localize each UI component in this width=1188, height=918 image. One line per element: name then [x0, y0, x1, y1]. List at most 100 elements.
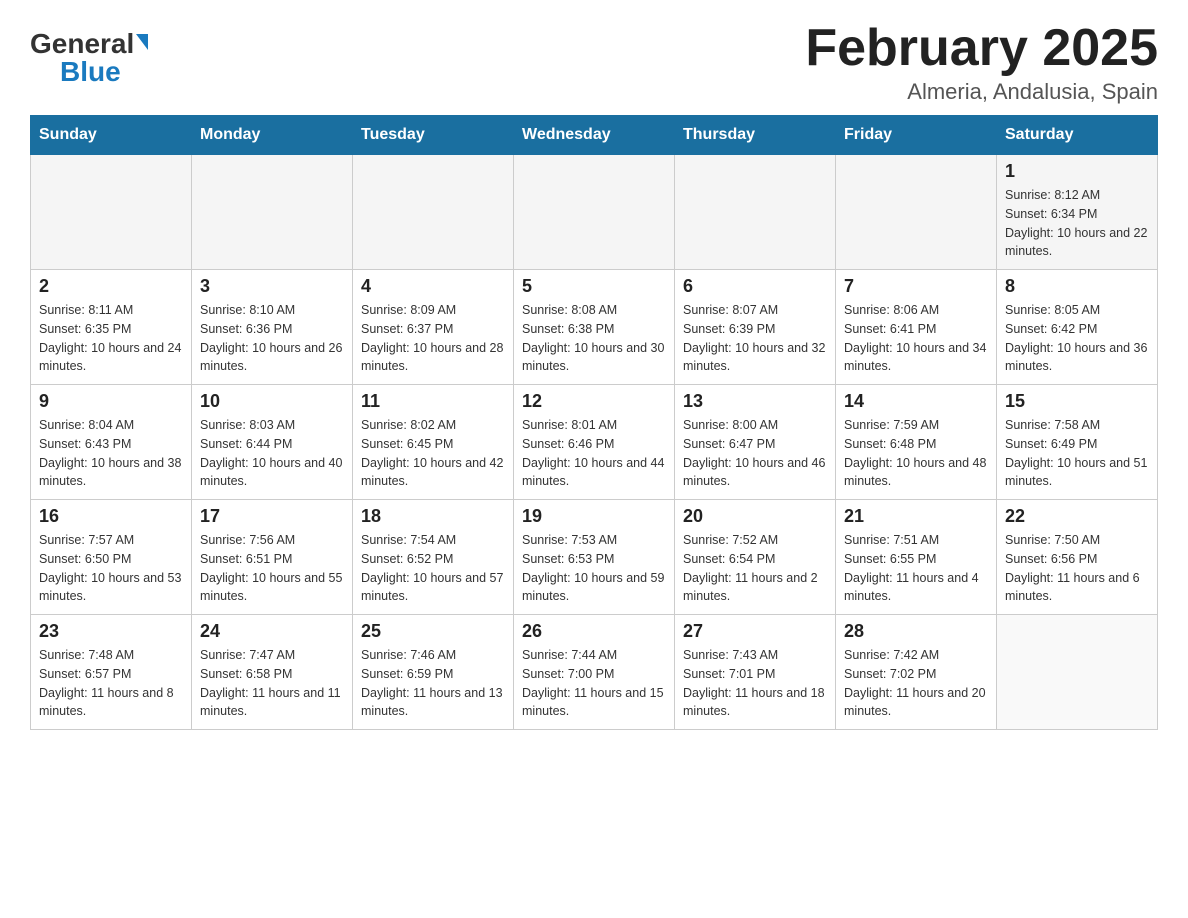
day-number: 18 — [361, 506, 505, 527]
weekday-header-sunday: Sunday — [31, 116, 192, 155]
weekday-header-tuesday: Tuesday — [353, 116, 514, 155]
calendar-cell: 5 Sunrise: 8:08 AMSunset: 6:38 PMDaylight… — [514, 270, 675, 385]
weekday-header-wednesday: Wednesday — [514, 116, 675, 155]
day-info: Sunrise: 7:58 AMSunset: 6:49 PMDaylight:… — [1005, 416, 1149, 491]
calendar-week-row: 9Sunrise: 8:04 AMSunset: 6:43 PMDaylight… — [31, 385, 1158, 500]
calendar-cell — [31, 155, 192, 270]
calendar-cell: 14 Sunrise: 7:59 AMSunset: 6:48 PMDayligh… — [836, 385, 997, 500]
day-number: 11 — [361, 391, 505, 412]
calendar-cell: 22 Sunrise: 7:50 AMSunset: 6:56 PMDayligh… — [997, 500, 1158, 615]
calendar-week-row: 16 Sunrise: 7:57 AMSunset: 6:50 PMDayligh… — [31, 500, 1158, 615]
day-info: Sunrise: 7:51 AMSunset: 6:55 PMDaylight:… — [844, 531, 988, 606]
day-number: 14 — [844, 391, 988, 412]
day-info: Sunrise: 7:43 AMSunset: 7:01 PMDaylight:… — [683, 646, 827, 721]
calendar-cell: 19Sunrise: 7:53 AMSunset: 6:53 PMDayligh… — [514, 500, 675, 615]
calendar-cell: 25 Sunrise: 7:46 AMSunset: 6:59 PMDayligh… — [353, 615, 514, 730]
day-info: Sunrise: 8:04 AMSunset: 6:43 PMDaylight:… — [39, 416, 183, 491]
day-info: Sunrise: 8:08 AMSunset: 6:38 PMDaylight:… — [522, 301, 666, 376]
day-number: 7 — [844, 276, 988, 297]
calendar-cell: 9Sunrise: 8:04 AMSunset: 6:43 PMDaylight… — [31, 385, 192, 500]
day-number: 22 — [1005, 506, 1149, 527]
calendar-cell: 10 Sunrise: 8:03 AMSunset: 6:44 PMDayligh… — [192, 385, 353, 500]
day-number: 1 — [1005, 161, 1149, 182]
day-number: 10 — [200, 391, 344, 412]
day-number: 16 — [39, 506, 183, 527]
calendar-cell: 13 Sunrise: 8:00 AMSunset: 6:47 PMDayligh… — [675, 385, 836, 500]
calendar-cell — [514, 155, 675, 270]
weekday-header-row: SundayMondayTuesdayWednesdayThursdayFrid… — [31, 116, 1158, 155]
day-info: Sunrise: 7:44 AMSunset: 7:00 PMDaylight:… — [522, 646, 666, 721]
day-info: Sunrise: 7:50 AMSunset: 6:56 PMDaylight:… — [1005, 531, 1149, 606]
calendar-cell — [997, 615, 1158, 730]
calendar-cell: 11 Sunrise: 8:02 AMSunset: 6:45 PMDayligh… — [353, 385, 514, 500]
day-number: 8 — [1005, 276, 1149, 297]
day-info: Sunrise: 7:57 AMSunset: 6:50 PMDaylight:… — [39, 531, 183, 606]
day-info: Sunrise: 7:52 AMSunset: 6:54 PMDaylight:… — [683, 531, 827, 606]
day-number: 5 — [522, 276, 666, 297]
day-info: Sunrise: 8:10 AMSunset: 6:36 PMDaylight:… — [200, 301, 344, 376]
logo: General Blue — [30, 30, 148, 86]
calendar-table: SundayMondayTuesdayWednesdayThursdayFrid… — [30, 115, 1158, 730]
day-info: Sunrise: 8:03 AMSunset: 6:44 PMDaylight:… — [200, 416, 344, 491]
calendar-cell: 12 Sunrise: 8:01 AMSunset: 6:46 PMDayligh… — [514, 385, 675, 500]
day-info: Sunrise: 8:02 AMSunset: 6:45 PMDaylight:… — [361, 416, 505, 491]
day-number: 3 — [200, 276, 344, 297]
day-info: Sunrise: 7:47 AMSunset: 6:58 PMDaylight:… — [200, 646, 344, 721]
calendar-cell: 4 Sunrise: 8:09 AMSunset: 6:37 PMDaylight… — [353, 270, 514, 385]
day-info: Sunrise: 8:01 AMSunset: 6:46 PMDaylight:… — [522, 416, 666, 491]
day-info: Sunrise: 7:56 AMSunset: 6:51 PMDaylight:… — [200, 531, 344, 606]
calendar-week-row: 23 Sunrise: 7:48 AMSunset: 6:57 PMDayligh… — [31, 615, 1158, 730]
day-info: Sunrise: 7:59 AMSunset: 6:48 PMDaylight:… — [844, 416, 988, 491]
calendar-cell: 17 Sunrise: 7:56 AMSunset: 6:51 PMDayligh… — [192, 500, 353, 615]
calendar-cell: 26Sunrise: 7:44 AMSunset: 7:00 PMDayligh… — [514, 615, 675, 730]
day-number: 24 — [200, 621, 344, 642]
weekday-header-monday: Monday — [192, 116, 353, 155]
calendar-cell: 16 Sunrise: 7:57 AMSunset: 6:50 PMDayligh… — [31, 500, 192, 615]
day-number: 6 — [683, 276, 827, 297]
day-number: 28 — [844, 621, 988, 642]
day-info: Sunrise: 7:53 AMSunset: 6:53 PMDaylight:… — [522, 531, 666, 606]
calendar-cell: 24 Sunrise: 7:47 AMSunset: 6:58 PMDayligh… — [192, 615, 353, 730]
weekday-header-saturday: Saturday — [997, 116, 1158, 155]
day-number: 25 — [361, 621, 505, 642]
calendar-cell: 8Sunrise: 8:05 AMSunset: 6:42 PMDaylight… — [997, 270, 1158, 385]
calendar-cell: 27Sunrise: 7:43 AMSunset: 7:01 PMDayligh… — [675, 615, 836, 730]
calendar-cell: 15Sunrise: 7:58 AMSunset: 6:49 PMDayligh… — [997, 385, 1158, 500]
day-number: 17 — [200, 506, 344, 527]
day-info: Sunrise: 8:00 AMSunset: 6:47 PMDaylight:… — [683, 416, 827, 491]
day-info: Sunrise: 8:09 AMSunset: 6:37 PMDaylight:… — [361, 301, 505, 376]
calendar-cell — [675, 155, 836, 270]
day-info: Sunrise: 8:06 AMSunset: 6:41 PMDaylight:… — [844, 301, 988, 376]
calendar-week-row: 2Sunrise: 8:11 AMSunset: 6:35 PMDaylight… — [31, 270, 1158, 385]
weekday-header-thursday: Thursday — [675, 116, 836, 155]
calendar-cell — [836, 155, 997, 270]
weekday-header-friday: Friday — [836, 116, 997, 155]
day-info: Sunrise: 7:46 AMSunset: 6:59 PMDaylight:… — [361, 646, 505, 721]
day-info: Sunrise: 7:48 AMSunset: 6:57 PMDaylight:… — [39, 646, 183, 721]
calendar-cell: 28 Sunrise: 7:42 AMSunset: 7:02 PMDayligh… — [836, 615, 997, 730]
day-info: Sunrise: 7:42 AMSunset: 7:02 PMDaylight:… — [844, 646, 988, 721]
location-subtitle: Almeria, Andalusia, Spain — [805, 79, 1158, 105]
day-number: 12 — [522, 391, 666, 412]
day-number: 2 — [39, 276, 183, 297]
calendar-cell: 2Sunrise: 8:11 AMSunset: 6:35 PMDaylight… — [31, 270, 192, 385]
day-number: 23 — [39, 621, 183, 642]
title-block: February 2025 Almeria, Andalusia, Spain — [805, 20, 1158, 105]
day-info: Sunrise: 7:54 AMSunset: 6:52 PMDaylight:… — [361, 531, 505, 606]
day-number: 13 — [683, 391, 827, 412]
logo-blue-text: Blue — [60, 58, 121, 86]
calendar-cell: 18 Sunrise: 7:54 AMSunset: 6:52 PMDayligh… — [353, 500, 514, 615]
calendar-cell: 7 Sunrise: 8:06 AMSunset: 6:41 PMDaylight… — [836, 270, 997, 385]
day-number: 21 — [844, 506, 988, 527]
calendar-cell — [353, 155, 514, 270]
calendar-cell: 21 Sunrise: 7:51 AMSunset: 6:55 PMDayligh… — [836, 500, 997, 615]
day-info: Sunrise: 8:07 AMSunset: 6:39 PMDaylight:… — [683, 301, 827, 376]
day-number: 4 — [361, 276, 505, 297]
calendar-cell: 1 Sunrise: 8:12 AMSunset: 6:34 PMDaylight… — [997, 155, 1158, 270]
logo-general-text: General — [30, 30, 134, 58]
day-number: 20 — [683, 506, 827, 527]
calendar-week-row: 1 Sunrise: 8:12 AMSunset: 6:34 PMDaylight… — [31, 155, 1158, 270]
logo-arrow-icon — [136, 34, 148, 50]
day-info: Sunrise: 8:12 AMSunset: 6:34 PMDaylight:… — [1005, 186, 1149, 261]
calendar-cell: 6 Sunrise: 8:07 AMSunset: 6:39 PMDaylight… — [675, 270, 836, 385]
